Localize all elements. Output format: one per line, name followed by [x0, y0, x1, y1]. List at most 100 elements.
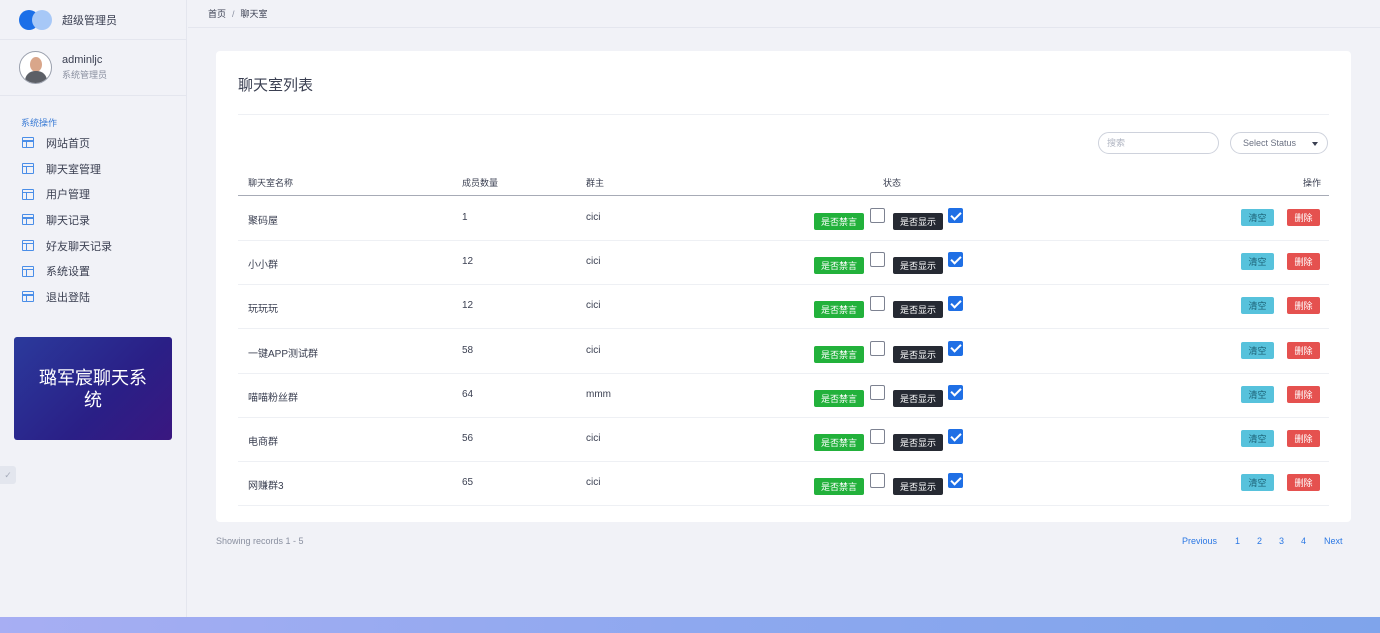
- pagination-page-1[interactable]: 1: [1235, 536, 1240, 546]
- sidebar-item-label: 聊天记录: [46, 214, 90, 227]
- pagination-previous[interactable]: Previous: [1182, 536, 1217, 546]
- column-header-owner[interactable]: 群主: [586, 176, 604, 189]
- sidebar-item-label: 聊天室管理: [46, 163, 101, 176]
- pagination-page-3[interactable]: 3: [1279, 536, 1284, 546]
- mute-checkbox[interactable]: [870, 473, 885, 489]
- avatar[interactable]: [19, 51, 52, 84]
- clear-button[interactable]: 清空: [1241, 430, 1274, 447]
- sidebar-item-label: 好友聊天记录: [46, 240, 112, 253]
- member-count: 56: [462, 433, 474, 444]
- column-header-actions: 操作: [1302, 178, 1321, 188]
- chatroom-name: 玩玩玩: [248, 304, 278, 316]
- delete-button[interactable]: 删除: [1287, 297, 1320, 315]
- mute-checkbox[interactable]: [870, 429, 885, 444]
- status-select-value: Select Status: [1243, 138, 1297, 148]
- bottom-gradient-bar: [0, 617, 1380, 633]
- mute-checkbox[interactable]: [870, 252, 885, 268]
- column-header-members[interactable]: 成员数量: [462, 176, 498, 189]
- show-checkbox[interactable]: [948, 429, 963, 444]
- mute-tag: 是否禁言: [814, 213, 864, 230]
- status-select[interactable]: Select Status: [1230, 132, 1328, 154]
- mute-checkbox[interactable]: [870, 340, 885, 356]
- member-count: 64: [462, 388, 474, 400]
- layout-icon: [22, 291, 34, 303]
- table-header: 聊天室名称 成员数量 群主 状态 操作: [238, 169, 1329, 196]
- sidebar-item-home[interactable]: 网站首页: [0, 130, 186, 156]
- layout-icon: [22, 214, 34, 226]
- table-row: 小小群 12 cici 是否禁言 是否显示 清空 删除: [238, 241, 1329, 286]
- layout-icon: [22, 137, 34, 149]
- mute-tag: 是否禁言: [814, 389, 864, 407]
- mute-tag: 是否禁言: [814, 434, 864, 451]
- app-logo-icon: [19, 9, 53, 30]
- sidebar-toggle-icon[interactable]: ✓: [0, 466, 16, 484]
- promo-banner: 璐军宸聊天系统: [14, 337, 172, 440]
- pagination-page-4[interactable]: 4: [1301, 536, 1306, 546]
- show-checkbox[interactable]: [948, 384, 963, 400]
- sidebar-item-system-settings[interactable]: 系统设置: [0, 258, 186, 284]
- sidebar-item-label: 退出登陆: [46, 291, 90, 304]
- owner-name: cici: [586, 212, 601, 223]
- clear-button[interactable]: 清空: [1241, 209, 1274, 226]
- show-checkbox[interactable]: [948, 296, 963, 312]
- owner-name: cici: [586, 300, 601, 312]
- show-checkbox[interactable]: [948, 252, 963, 268]
- table-row: 聚码屋 1 cici 是否禁言 是否显示 清空 删除: [238, 197, 1329, 241]
- search-input[interactable]: [1098, 132, 1219, 154]
- caret-down-icon: [1312, 142, 1318, 146]
- show-tag: 是否显示: [893, 389, 943, 407]
- show-checkbox[interactable]: [948, 473, 963, 489]
- chatroom-name: 网赚群3: [248, 481, 284, 493]
- chatroom-name: 喵喵粉丝群: [248, 392, 298, 404]
- profile-role: 系统管理员: [62, 70, 108, 80]
- member-count: 12: [462, 256, 474, 268]
- sidebar-item-label: 网站首页: [46, 137, 90, 150]
- delete-button[interactable]: 删除: [1287, 341, 1320, 359]
- show-tag: 是否显示: [893, 345, 943, 363]
- user-profile[interactable]: adminljc 系统管理员: [0, 40, 186, 96]
- profile-name: adminljc: [62, 54, 103, 66]
- member-count: 1: [462, 212, 468, 223]
- breadcrumb: 首页 / 聊天室: [188, 0, 1380, 28]
- delete-button[interactable]: 删除: [1287, 209, 1320, 226]
- mute-checkbox[interactable]: [870, 208, 885, 223]
- chatroom-name: 聚码屋: [248, 216, 278, 227]
- page-title: 聊天室列表: [238, 77, 314, 94]
- show-tag: 是否显示: [893, 434, 943, 451]
- mute-checkbox[interactable]: [870, 384, 885, 400]
- show-checkbox[interactable]: [948, 208, 963, 223]
- member-count: 65: [462, 477, 474, 489]
- delete-button[interactable]: 删除: [1287, 253, 1320, 271]
- sidebar-item-user-management[interactable]: 用户管理: [0, 181, 186, 207]
- delete-button[interactable]: 删除: [1287, 385, 1320, 403]
- clear-button[interactable]: 清空: [1241, 474, 1274, 492]
- clear-button[interactable]: 清空: [1241, 253, 1274, 271]
- sidebar-item-label: 用户管理: [46, 189, 90, 202]
- breadcrumb-home[interactable]: 首页: [208, 7, 226, 20]
- sidebar-item-chat-records[interactable]: 聊天记录: [0, 207, 186, 233]
- layout-icon: [22, 188, 34, 200]
- delete-button[interactable]: 删除: [1287, 430, 1320, 447]
- sidebar-item-label: 系统设置: [46, 266, 90, 279]
- mute-checkbox[interactable]: [870, 296, 885, 312]
- clear-button[interactable]: 清空: [1241, 297, 1274, 315]
- sidebar-item-friend-chat-records[interactable]: 好友聊天记录: [0, 233, 186, 259]
- table-row: 电商群 56 cici 是否禁言 是否显示 清空 删除: [238, 418, 1329, 462]
- show-checkbox[interactable]: [948, 340, 963, 356]
- show-tag: 是否显示: [893, 213, 943, 230]
- clear-button[interactable]: 清空: [1241, 341, 1274, 359]
- sidebar-item-logout[interactable]: 退出登陆: [0, 284, 186, 310]
- clear-button[interactable]: 清空: [1241, 385, 1274, 403]
- member-count: 12: [462, 300, 474, 312]
- brand: 超级管理员: [0, 0, 186, 40]
- sidebar-item-chatroom-management[interactable]: 聊天室管理: [0, 156, 186, 182]
- column-header-name[interactable]: 聊天室名称: [248, 176, 293, 189]
- pagination-page-2[interactable]: 2: [1257, 536, 1262, 546]
- pagination-next[interactable]: Next: [1324, 536, 1343, 546]
- mute-tag: 是否禁言: [814, 301, 864, 319]
- layout-icon: [22, 265, 34, 277]
- breadcrumb-separator: /: [232, 8, 235, 19]
- owner-name: cici: [586, 477, 601, 489]
- chatroom-list-card: 聊天室列表 Select Status 聊天室名称 成员数量 群主 状态 操作 …: [216, 51, 1351, 522]
- delete-button[interactable]: 删除: [1287, 474, 1320, 492]
